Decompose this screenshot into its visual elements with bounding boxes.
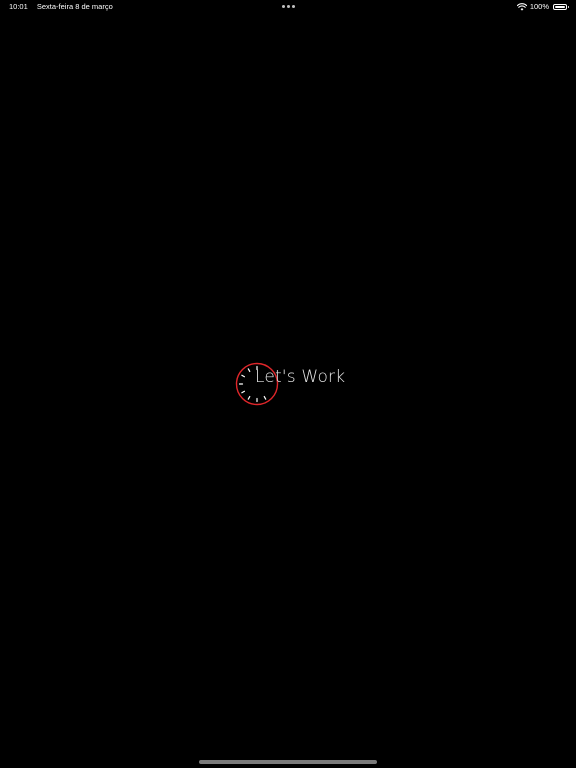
status-time: 10:01 xyxy=(9,2,28,11)
status-date: Sexta-feira 8 de março xyxy=(36,2,113,11)
dot xyxy=(287,5,290,8)
home-indicator[interactable] xyxy=(199,760,377,764)
dot xyxy=(292,5,295,8)
battery-percent: 100% xyxy=(529,2,549,11)
clock-tick xyxy=(263,395,267,400)
app-logo: Let's Work xyxy=(235,361,345,407)
splash-screen: 10:01 Sexta-feira 8 de março 100% Let's … xyxy=(0,0,576,768)
status-bar: 10:01 Sexta-feira 8 de março 100% xyxy=(0,0,576,14)
more-dots-icon[interactable] xyxy=(282,5,295,9)
battery-cap xyxy=(567,6,569,8)
clock-tick xyxy=(247,395,251,400)
battery-level xyxy=(555,6,565,8)
clock-tick xyxy=(241,390,246,394)
clock-tick xyxy=(247,368,251,373)
status-left: 10:01 Sexta-feira 8 de março xyxy=(9,0,113,14)
wifi-icon xyxy=(516,3,527,11)
app-title: Let's Work xyxy=(255,367,346,387)
battery-icon xyxy=(553,4,569,10)
dot xyxy=(282,5,285,8)
status-right: 100% xyxy=(516,0,569,14)
clock-tick xyxy=(241,374,246,378)
